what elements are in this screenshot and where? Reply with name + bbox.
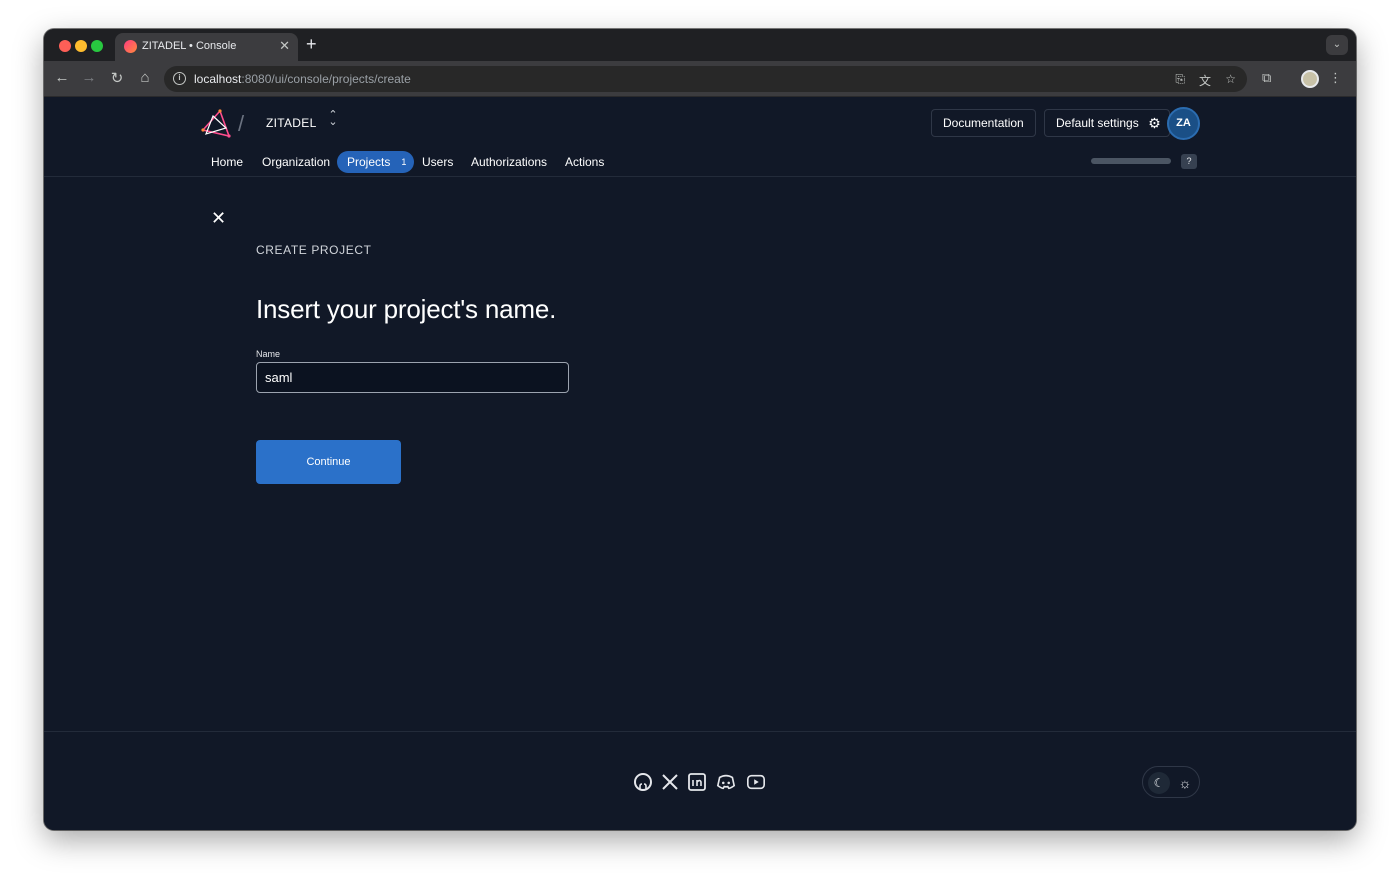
page-title: Insert your project's name. bbox=[256, 294, 557, 324]
nav-home[interactable]: Home bbox=[211, 151, 243, 173]
home-icon[interactable]: ⌂ bbox=[136, 69, 154, 86]
loading-bar bbox=[1091, 158, 1171, 164]
zitadel-favicon-icon bbox=[124, 40, 137, 53]
new-tab-button[interactable]: + bbox=[306, 34, 317, 55]
org-switch-chevron-icon[interactable]: ⌃ ⌄ bbox=[326, 110, 340, 128]
youtube-icon[interactable] bbox=[746, 772, 766, 792]
browser-toolbar: ← → ↻ ⌂ i localhost:8080/ui/console/proj… bbox=[44, 61, 1356, 97]
theme-toggle: ☾ ☼ bbox=[1142, 766, 1200, 798]
user-avatar[interactable]: ZA bbox=[1167, 107, 1200, 140]
project-name-input[interactable] bbox=[256, 362, 569, 393]
browser-window: ZITADEL • Console ✕ + ⌄ ← → ↻ ⌂ i localh… bbox=[44, 29, 1356, 830]
nav-projects-label: Projects bbox=[347, 155, 391, 169]
header-divider: / bbox=[238, 111, 245, 136]
nav-organization[interactable]: Organization bbox=[262, 151, 330, 173]
continue-button[interactable]: Continue bbox=[256, 440, 401, 484]
gear-icon: ⚙ bbox=[1148, 115, 1161, 131]
default-settings-button[interactable]: Default settings ⚙ bbox=[1044, 109, 1170, 137]
site-info-icon[interactable]: i bbox=[173, 72, 186, 85]
nav-actions[interactable]: Actions bbox=[565, 151, 604, 173]
help-button[interactable]: ? bbox=[1181, 154, 1197, 169]
linkedin-icon[interactable] bbox=[687, 772, 707, 792]
translate-icon[interactable]: 文 bbox=[1199, 72, 1211, 89]
x-icon[interactable] bbox=[660, 772, 680, 792]
close-window-button[interactable] bbox=[59, 40, 71, 52]
app-footer: ☾ ☼ bbox=[44, 731, 1356, 830]
tab-title: ZITADEL • Console bbox=[142, 40, 237, 52]
page-breadcrumb: CREATE PROJECT bbox=[256, 243, 372, 257]
zitadel-logo-icon[interactable] bbox=[200, 108, 232, 140]
tab-search-button[interactable]: ⌄ bbox=[1326, 35, 1348, 55]
address-bar[interactable]: i localhost:8080/ui/console/projects/cre… bbox=[164, 66, 1247, 92]
name-field-label: Name bbox=[256, 349, 281, 359]
nav-users[interactable]: Users bbox=[422, 151, 453, 173]
browser-tab[interactable]: ZITADEL • Console ✕ bbox=[115, 33, 298, 61]
nav-projects[interactable]: Projects 1 bbox=[337, 151, 415, 173]
install-app-icon[interactable]: ⎘ bbox=[1175, 72, 1185, 87]
minimize-window-button[interactable] bbox=[75, 40, 87, 52]
close-icon[interactable]: ✕ bbox=[211, 209, 226, 227]
extensions-icon[interactable]: ⧉ bbox=[1262, 70, 1271, 86]
maximize-window-button[interactable] bbox=[91, 40, 103, 52]
github-icon[interactable] bbox=[633, 772, 653, 792]
app-header: / ZITADEL ⌃ ⌄ Documentation Default setti… bbox=[44, 98, 1356, 177]
documentation-button[interactable]: Documentation bbox=[931, 109, 1036, 137]
default-settings-label: Default settings bbox=[1056, 116, 1139, 130]
moon-icon[interactable]: ☾ bbox=[1148, 772, 1170, 794]
profile-avatar-icon[interactable] bbox=[1301, 70, 1319, 88]
zitadel-console: / ZITADEL ⌃ ⌄ Documentation Default setti… bbox=[44, 98, 1356, 830]
back-icon[interactable]: ← bbox=[53, 69, 71, 86]
sun-icon[interactable]: ☼ bbox=[1174, 772, 1196, 794]
browser-menu-icon[interactable]: ⋮ bbox=[1329, 70, 1342, 86]
org-name[interactable]: ZITADEL bbox=[266, 116, 317, 130]
discord-icon[interactable] bbox=[716, 772, 736, 792]
nav-authorizations[interactable]: Authorizations bbox=[471, 151, 547, 173]
projects-count-badge: 1 bbox=[401, 157, 407, 167]
bookmark-star-icon[interactable]: ☆ bbox=[1225, 72, 1236, 86]
tab-close-icon[interactable]: ✕ bbox=[279, 38, 290, 54]
reload-icon[interactable]: ↻ bbox=[108, 69, 126, 87]
forward-icon[interactable]: → bbox=[80, 69, 98, 86]
url-text: localhost:8080/ui/console/projects/creat… bbox=[194, 72, 411, 86]
tab-strip: ZITADEL • Console ✕ + ⌄ bbox=[44, 29, 1356, 61]
